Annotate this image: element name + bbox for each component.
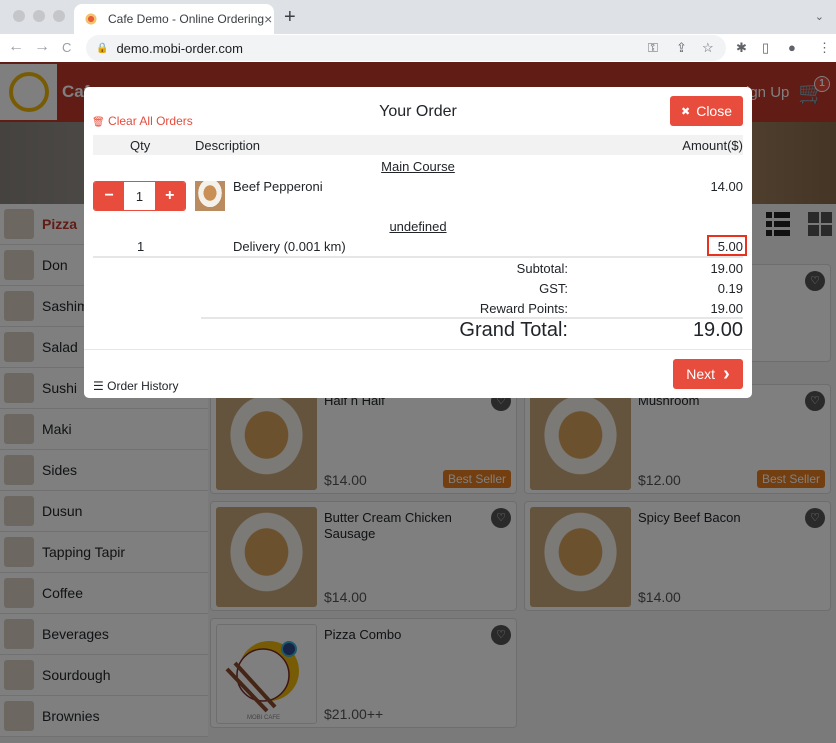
order-modal: Your Order 🗑 Clear All Orders ✖ Close Qt… bbox=[84, 87, 752, 398]
close-label: Close bbox=[696, 103, 732, 119]
decrease-qty-button[interactable]: − bbox=[94, 182, 125, 210]
order-table-header: Qty Description Amount($) bbox=[93, 135, 743, 155]
new-tab-icon[interactable]: + bbox=[284, 6, 296, 29]
list-icon: ☰ bbox=[93, 379, 104, 393]
delivery-qty: 1 bbox=[137, 239, 145, 254]
gst-value: 0.19 bbox=[717, 281, 743, 296]
delivery-description: Delivery (0.001 km) bbox=[233, 239, 346, 254]
back-icon[interactable]: ← bbox=[8, 38, 24, 56]
section-title-undefined: undefined bbox=[389, 219, 447, 234]
reload-icon[interactable]: C bbox=[62, 40, 71, 55]
favicon-icon bbox=[84, 12, 98, 26]
item-thumbnail bbox=[195, 181, 225, 211]
highlight-box bbox=[707, 235, 747, 256]
share-icon[interactable]: ⇪ bbox=[676, 40, 687, 56]
item-description: Beef Pepperoni bbox=[233, 179, 323, 194]
gst-label: GST: bbox=[539, 281, 568, 296]
description-header: Description bbox=[195, 138, 261, 153]
browser-tab-bar: Cafe Demo - Online Ordering × + ⌄ bbox=[0, 0, 836, 34]
window-minimize-button[interactable] bbox=[33, 10, 45, 22]
chevron-right-icon: › bbox=[723, 363, 730, 385]
amount-header: Amount($) bbox=[682, 138, 743, 153]
browser-tab[interactable]: Cafe Demo - Online Ordering × bbox=[74, 4, 274, 34]
reward-points-value: 19.00 bbox=[710, 301, 743, 316]
next-button[interactable]: Next › bbox=[673, 359, 743, 389]
tab-title: Cafe Demo - Online Ordering bbox=[108, 12, 265, 26]
forward-icon[interactable]: → bbox=[34, 38, 50, 56]
browser-menu-icon[interactable]: ⋮ bbox=[818, 40, 831, 56]
lock-icon: 🔒 bbox=[96, 42, 109, 54]
clear-all-label: Clear All Orders bbox=[108, 114, 193, 128]
qty-input[interactable]: 1 bbox=[124, 182, 155, 210]
bookmark-star-icon[interactable]: ☆ bbox=[702, 40, 714, 56]
next-label: Next bbox=[686, 366, 716, 382]
address-bar: ← → C 🔒 demo.mobi-order.com ⚿ ⇪ ☆ ✱ ▯ ● … bbox=[0, 34, 836, 62]
grand-total-label: Grand Total: bbox=[459, 319, 568, 341]
divider bbox=[93, 256, 743, 258]
window-close-button[interactable] bbox=[13, 10, 25, 22]
close-button[interactable]: ✖ Close bbox=[670, 96, 743, 126]
key-icon[interactable]: ⚿ bbox=[648, 40, 658, 56]
subtotal-label: Subtotal: bbox=[516, 261, 568, 276]
window-maximize-button[interactable] bbox=[53, 10, 65, 22]
tab-close-icon[interactable]: × bbox=[264, 11, 272, 27]
clear-all-orders-link[interactable]: 🗑 Clear All Orders bbox=[92, 114, 193, 128]
qty-header: Qty bbox=[130, 138, 151, 153]
quantity-stepper: − 1 + bbox=[93, 181, 186, 211]
increase-qty-button[interactable]: + bbox=[154, 182, 185, 210]
subtotal-value: 19.00 bbox=[710, 261, 743, 276]
profile-icon[interactable]: ● bbox=[788, 40, 796, 55]
divider bbox=[84, 349, 752, 350]
section-title-main-course: Main Course bbox=[381, 159, 455, 174]
tab-search-icon[interactable]: ⌄ bbox=[815, 10, 824, 23]
order-history-link[interactable]: ☰ Order History bbox=[93, 379, 178, 393]
url-input[interactable]: 🔒 demo.mobi-order.com bbox=[86, 35, 726, 61]
reward-points-label: Reward Points: bbox=[479, 301, 568, 316]
item-amount: 14.00 bbox=[710, 179, 743, 194]
extensions-icon[interactable]: ✱ bbox=[736, 40, 747, 56]
side-panel-icon[interactable]: ▯ bbox=[762, 40, 769, 56]
trash-icon: 🗑 bbox=[92, 117, 105, 128]
order-history-label: Order History bbox=[107, 379, 179, 393]
url-text: demo.mobi-order.com bbox=[116, 40, 243, 56]
grand-total-value: 19.00 bbox=[692, 319, 743, 341]
close-icon: ✖ bbox=[680, 105, 691, 118]
